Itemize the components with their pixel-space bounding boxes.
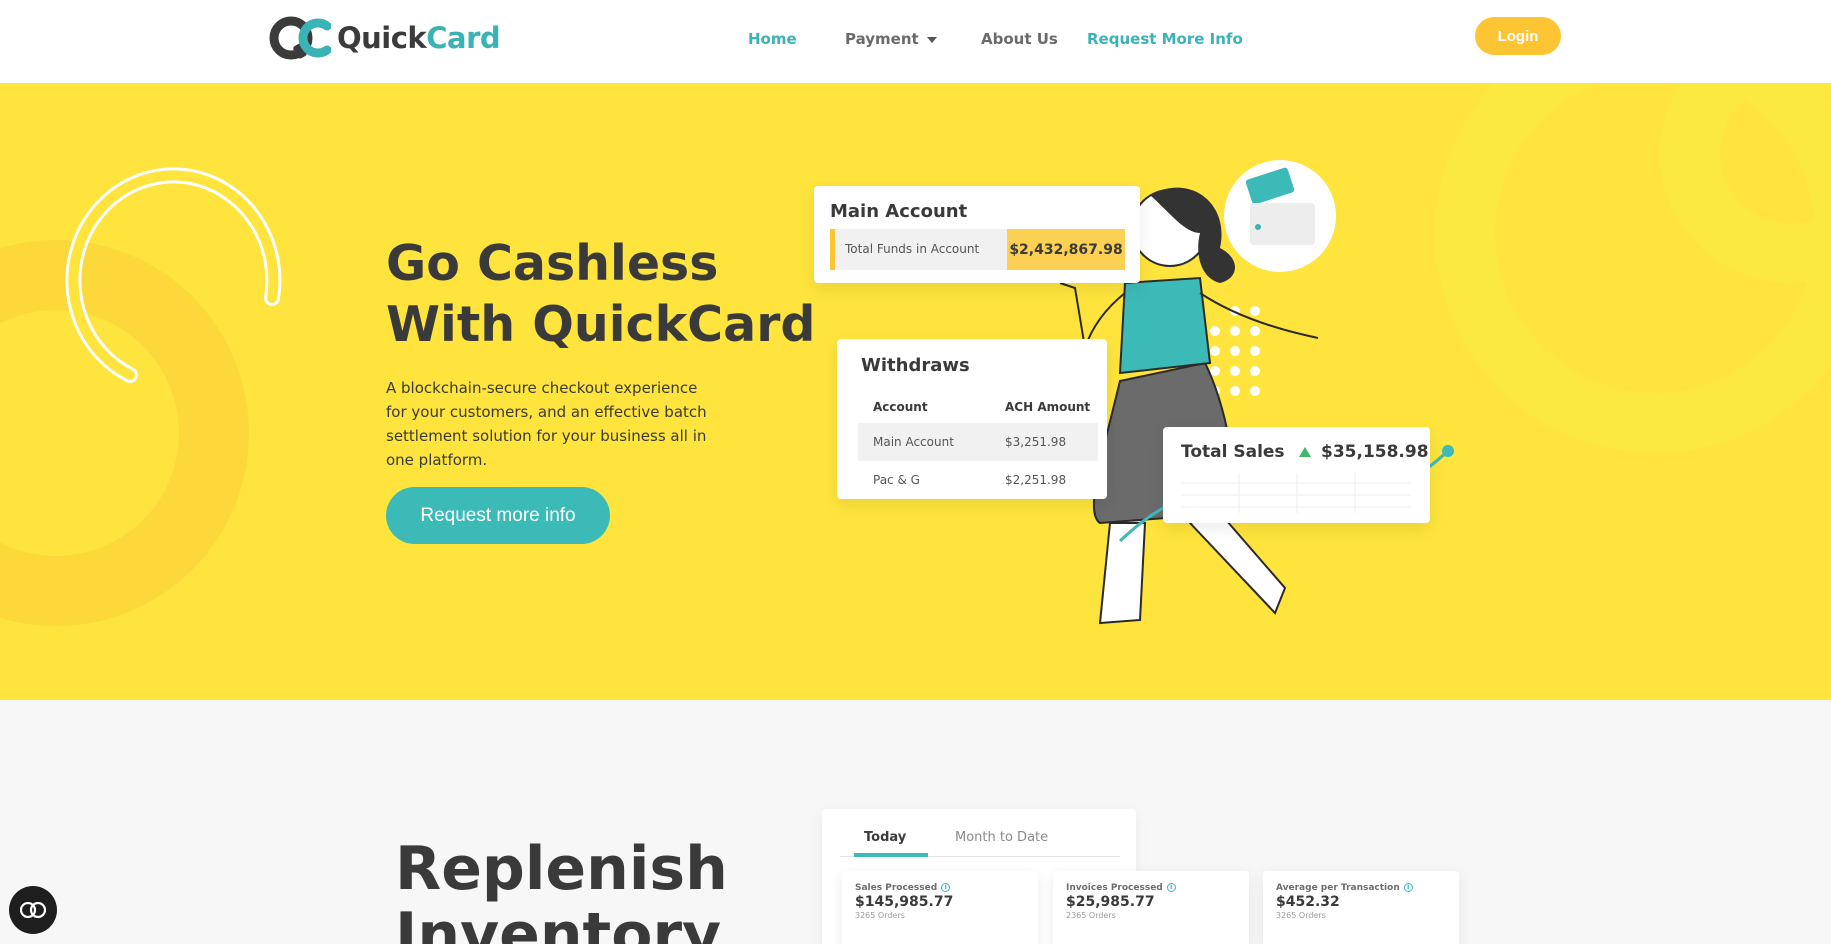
metric-subtext: 3265 Orders: [1276, 911, 1326, 920]
metric-card-average-per-transaction: Average per Transaction i $452.32 3265 Or…: [1263, 871, 1459, 944]
info-icon[interactable]: i: [1403, 883, 1413, 892]
total-sales-sparkline: [1181, 473, 1411, 513]
table-row: Main Account $3,251.98: [858, 423, 1098, 461]
brand-logo[interactable]: QuickCard: [269, 14, 501, 62]
metric-label: Invoices Processed i: [1066, 883, 1176, 893]
metric-card-sales-processed: Sales Processed i $145,985.77 3265 Orders: [842, 871, 1038, 944]
withdraws-account-cell: Pac & G: [873, 473, 920, 487]
metric-value: $25,985.77: [1066, 894, 1155, 910]
table-row: Pac & G $2,251.98: [858, 461, 1098, 499]
withdraws-account-cell: Main Account: [873, 435, 954, 449]
metric-label: Average per Transaction i: [1276, 883, 1413, 893]
tab-today[interactable]: Today: [864, 830, 906, 845]
nav-payment[interactable]: Payment: [845, 30, 937, 48]
active-tab-indicator: [854, 853, 928, 857]
section-title-line1: Replenish: [395, 834, 728, 904]
withdraws-title: Withdraws: [861, 355, 970, 376]
withdraws-header-ach-amount: ACH Amount: [1005, 400, 1091, 414]
hero-description: A blockchain-secure checkout experience …: [386, 379, 707, 469]
metric-label-text: Average per Transaction: [1276, 883, 1400, 893]
total-sales-title: Total Sales: [1181, 442, 1285, 462]
hero-title-line2: With QuickCard: [386, 296, 816, 353]
brand-name: QuickCard: [337, 21, 501, 55]
withdraws-amount-cell: $2,251.98: [1005, 473, 1067, 487]
withdraws-amount-cell: $3,251.98: [1005, 435, 1067, 449]
qc-logo-icon: [269, 14, 332, 62]
hero-title: Go Cashless With QuickCard: [386, 233, 846, 355]
main-account-card: Main Account Total Funds in Account $2,4…: [814, 186, 1140, 283]
chat-button[interactable]: [9, 886, 57, 934]
metric-value: $145,985.77: [855, 894, 954, 910]
section-title-line2: Inventory: [395, 900, 722, 944]
login-button[interactable]: Login: [1475, 17, 1561, 55]
nav-payment-label: Payment: [845, 30, 919, 48]
hero-section: Go Cashless With QuickCard A blockchain-s…: [0, 83, 1831, 700]
metric-subtext: 2365 Orders: [1066, 911, 1116, 920]
metric-label-text: Invoices Processed: [1066, 883, 1163, 893]
nav-request-more-info[interactable]: Request More Info: [1087, 30, 1243, 48]
up-arrow-icon: [1299, 447, 1311, 457]
metric-subtext: 3265 Orders: [855, 911, 905, 920]
metric-card-invoices-processed: Invoices Processed i $25,985.77 2365 Orde…: [1053, 871, 1249, 944]
nav-home[interactable]: Home: [748, 30, 797, 48]
metric-value: $452.32: [1276, 894, 1340, 910]
tab-month-to-date[interactable]: Month to Date: [955, 830, 1048, 845]
chat-icon: [20, 902, 46, 918]
brand-name-part1: Quick: [337, 21, 427, 55]
top-navigation: QuickCard Home Payment About Us Request …: [0, 0, 1831, 83]
withdraws-card: Withdraws Account ACH Amount Main Accoun…: [837, 339, 1107, 499]
withdraws-header-account: Account: [873, 400, 928, 414]
total-sales-value: $35,158.98: [1321, 442, 1429, 462]
chevron-down-icon: [926, 36, 937, 43]
metric-label: Sales Processed i: [855, 883, 951, 893]
main-account-title: Main Account: [830, 201, 968, 222]
brand-name-part2: Card: [426, 21, 501, 55]
section-title: Replenish Inventory: [395, 836, 728, 944]
info-icon[interactable]: i: [1166, 883, 1176, 892]
total-funds-value: $2,432,867.98: [1007, 229, 1125, 270]
request-more-info-button[interactable]: Request more info: [386, 487, 610, 544]
info-icon[interactable]: i: [941, 883, 951, 892]
total-funds-row: Total Funds in Account $2,432,867.98: [830, 229, 1125, 270]
total-funds-label: Total Funds in Account: [845, 242, 980, 256]
hero-title-line1: Go Cashless: [386, 235, 719, 292]
nav-about-us[interactable]: About Us: [981, 30, 1058, 48]
total-sales-card: Total Sales $35,158.98: [1163, 427, 1430, 523]
metric-label-text: Sales Processed: [855, 883, 938, 893]
